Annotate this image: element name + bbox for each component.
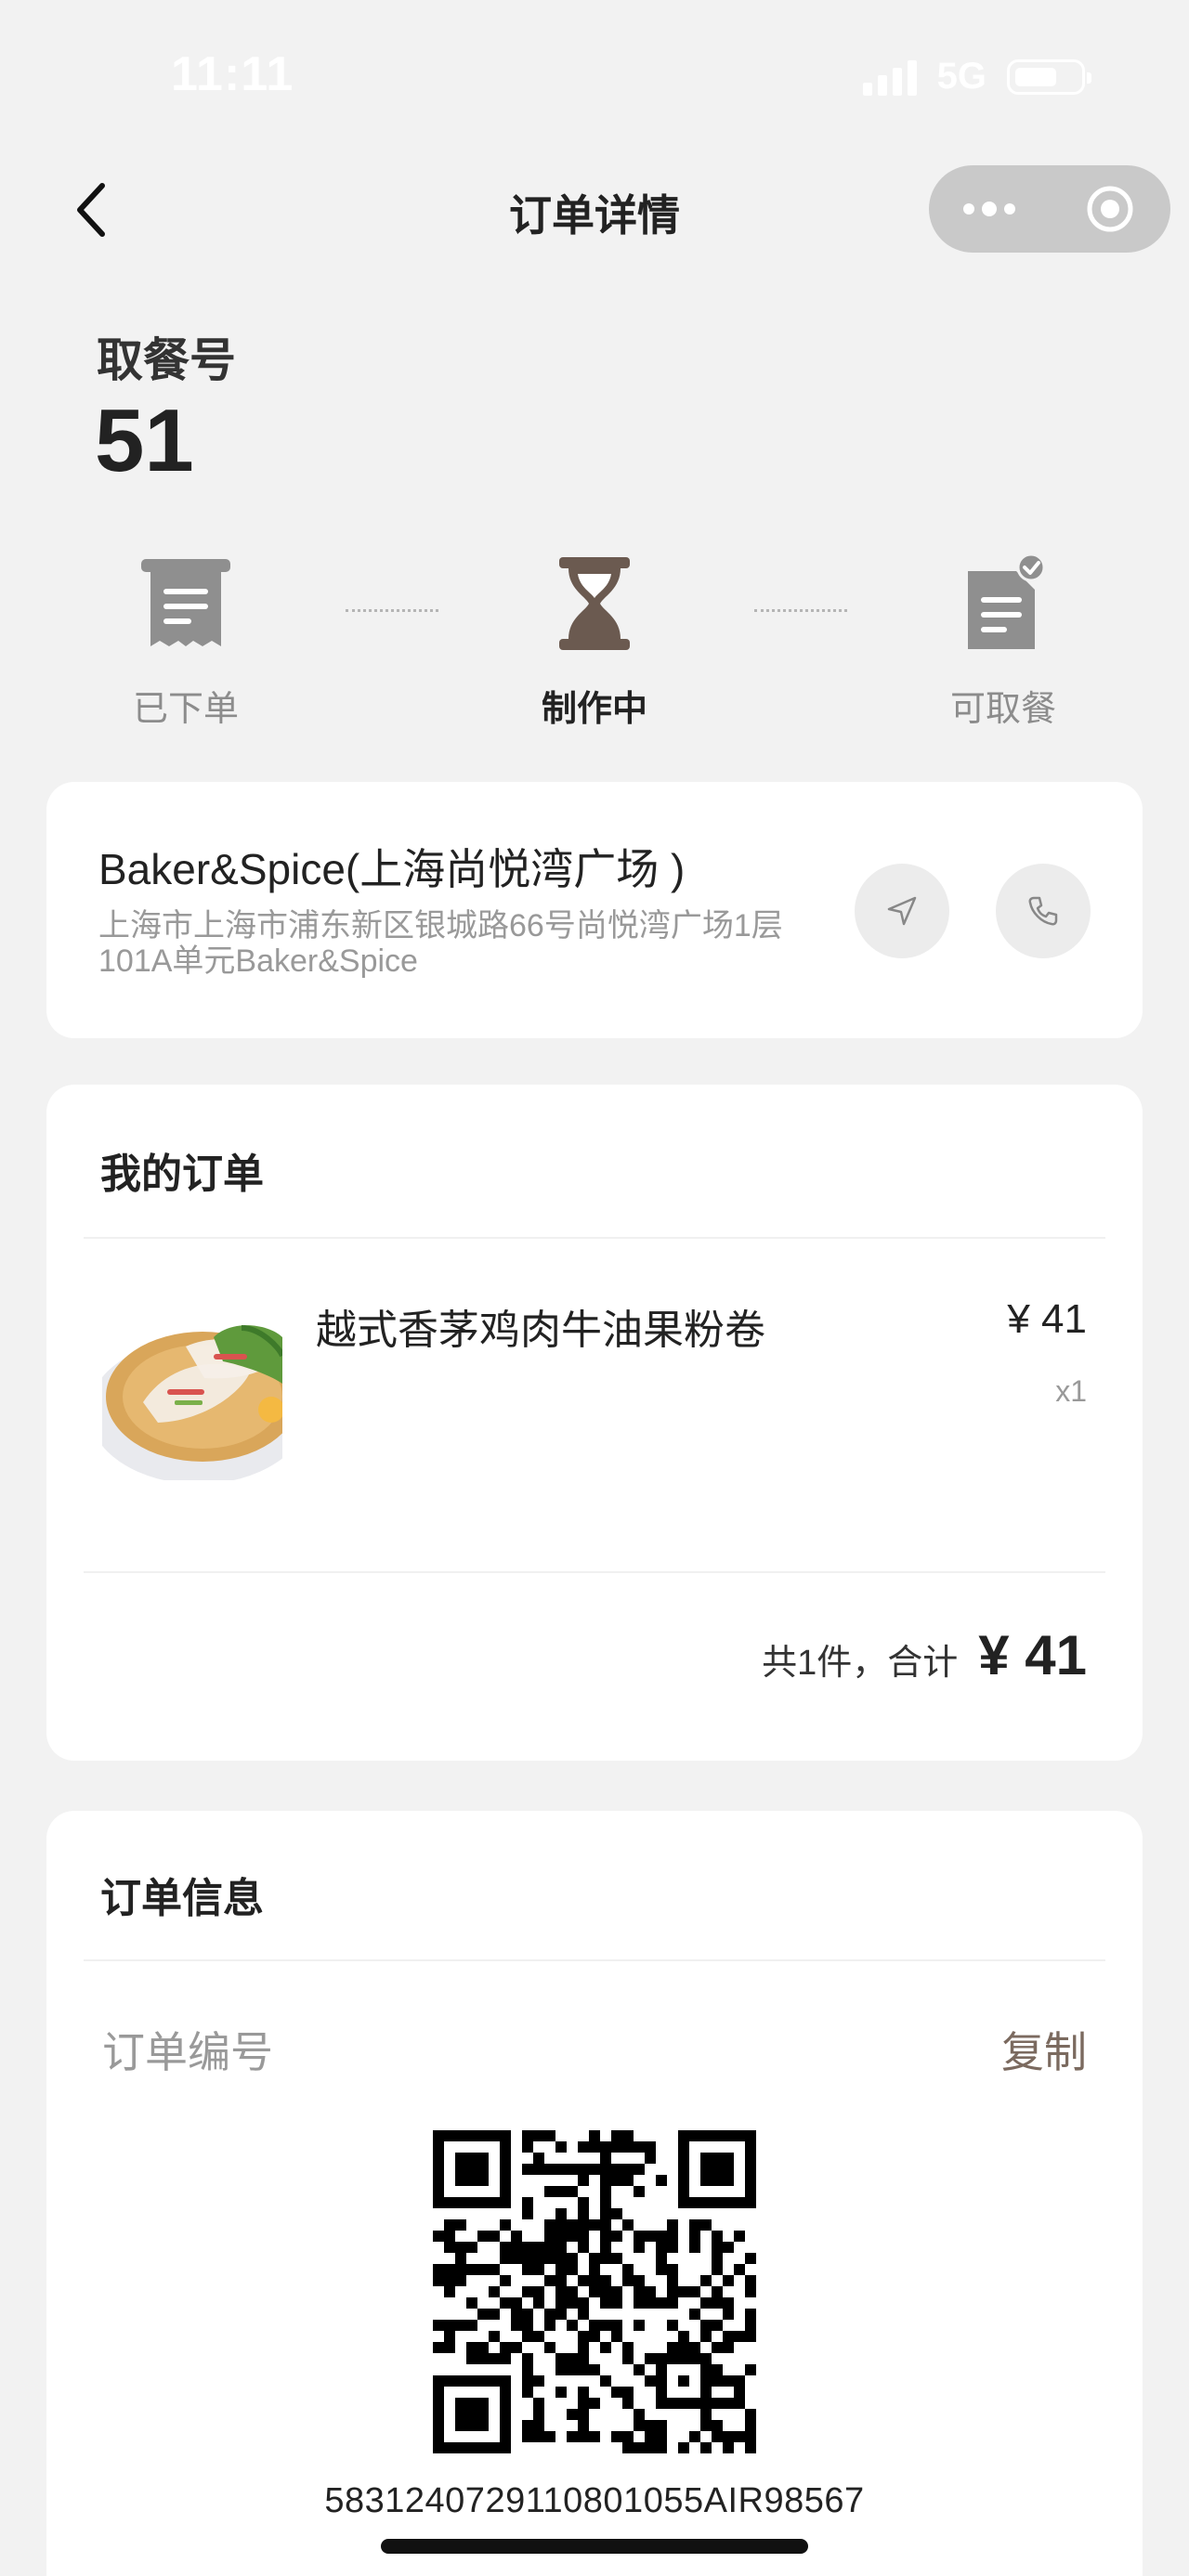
- order-total: 共1件，合计 ¥ 41: [762, 1623, 1087, 1687]
- store-card: Baker&Spice(上海尚悦湾广场 ) 上海市上海市浦东新区银城路66号尚悦…: [46, 782, 1143, 1038]
- step-making: 制作中: [483, 548, 706, 731]
- total-amount: ¥ 41: [978, 1624, 1087, 1686]
- nav-bar: 订单详情: [0, 158, 1189, 260]
- item-name: 越式香茅鸡肉牛油果粉卷: [316, 1308, 765, 1353]
- divider: [84, 1571, 1105, 1573]
- status-time: 11:11: [171, 47, 294, 101]
- item-quantity: x1: [1055, 1374, 1087, 1408]
- info-card-title: 订单信息: [100, 1876, 264, 1921]
- step-label: 可取餐: [949, 690, 1056, 729]
- divider: [84, 1959, 1105, 1961]
- pickup-number: 51: [95, 391, 194, 490]
- more-dots-icon: [963, 202, 1015, 216]
- receipt-icon: [141, 559, 230, 646]
- order-progress: 已下单 制作中 可取餐: [0, 548, 1189, 743]
- order-info-card: 订单信息 订单编号 复制 5831240729110801055AIR98567: [46, 1811, 1143, 2576]
- call-button[interactable]: [996, 864, 1091, 958]
- status-indicators: 5G: [862, 56, 1091, 98]
- my-order-card: 我的订单 越式香茅鸡肉牛油果粉卷 ¥ 41 x1 共1件，合计 ¥ 41: [46, 1085, 1143, 1761]
- step-label: 制作中: [541, 690, 647, 729]
- total-summary-label: 共1件，合计: [762, 1644, 959, 1683]
- progress-connector: [754, 609, 847, 612]
- qr-code: [433, 2130, 756, 2453]
- order-card-title: 我的订单: [100, 1151, 264, 1197]
- order-number: 5831240729110801055AIR98567: [324, 2481, 865, 2520]
- more-button[interactable]: [929, 165, 1050, 253]
- step-ordered: 已下单: [74, 548, 297, 731]
- battery-icon: [1007, 59, 1091, 95]
- food-image: [102, 1300, 282, 1480]
- close-mini-program-button[interactable]: [1050, 165, 1170, 253]
- signal-icon: [862, 59, 917, 96]
- ready-document-icon: [968, 553, 1046, 649]
- pickup-label: 取餐号: [97, 334, 236, 386]
- progress-connector: [346, 609, 438, 612]
- status-bar: 11:11 5G: [0, 0, 1189, 149]
- mini-program-capsule: [929, 165, 1170, 253]
- network-type: 5G: [936, 56, 986, 97]
- target-close-icon: [1087, 186, 1133, 232]
- navigation-arrow-icon: [887, 896, 917, 926]
- divider: [84, 1237, 1105, 1239]
- store-address: 上海市上海市浦东新区银城路66号尚悦湾广场1层101A单元Baker&Spice: [98, 908, 783, 979]
- navigate-button[interactable]: [855, 864, 949, 958]
- item-price: ¥ 41: [1007, 1296, 1087, 1342]
- phone-icon: [1028, 896, 1058, 926]
- step-label: 已下单: [132, 690, 239, 729]
- copy-button[interactable]: 复制: [1001, 2019, 1087, 2080]
- step-ready: 可取餐: [892, 548, 1115, 731]
- hourglass-icon: [559, 557, 630, 650]
- home-indicator: [381, 2539, 808, 2554]
- store-name: Baker&Spice(上海尚悦湾广场 ): [98, 845, 686, 893]
- order-number-label: 订单编号: [102, 2028, 273, 2076]
